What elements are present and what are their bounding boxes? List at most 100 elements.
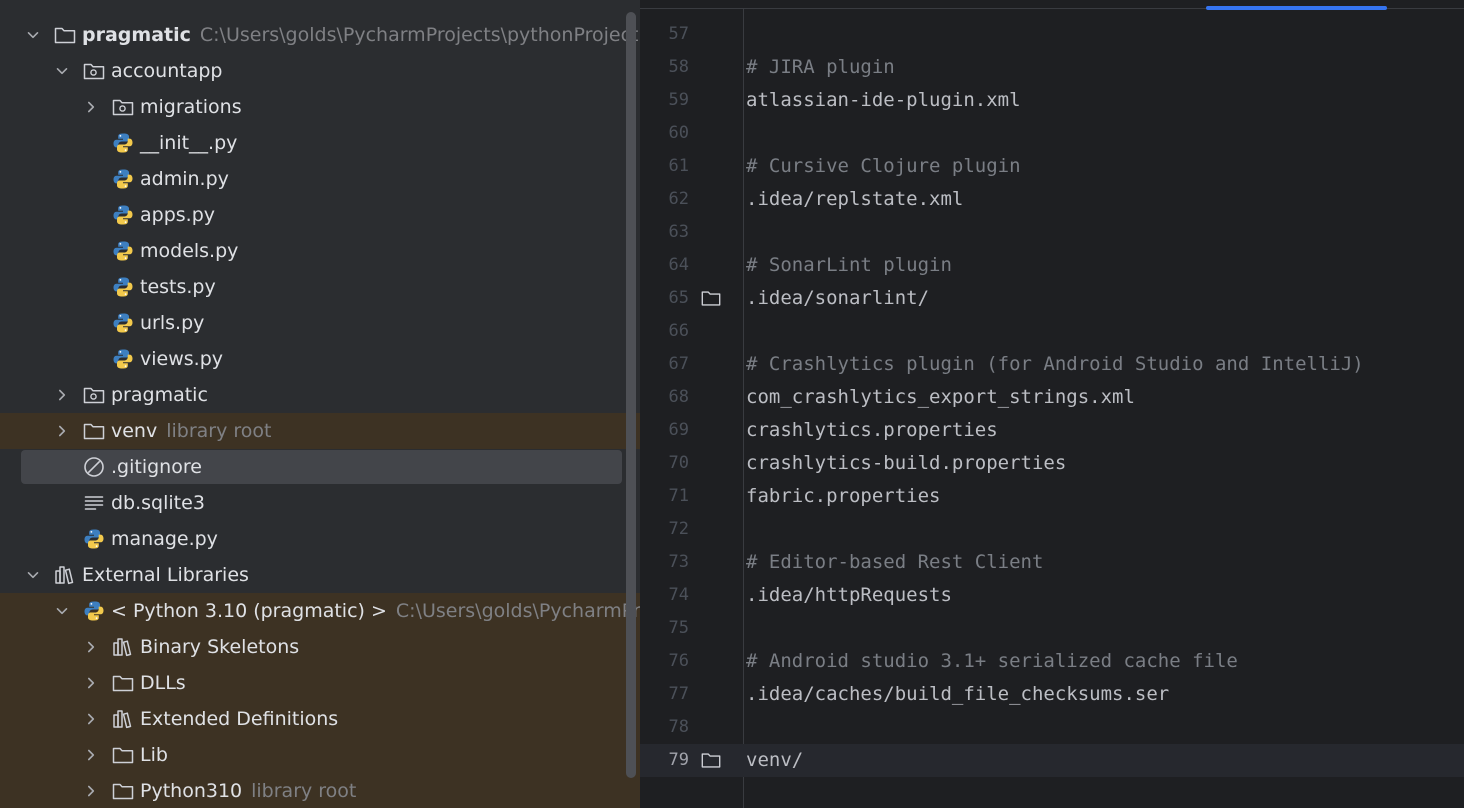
code-line[interactable]: 66 <box>640 315 1464 348</box>
code-line[interactable]: 57 <box>640 18 1464 51</box>
line-number: 60 <box>668 123 689 143</box>
line-number: 66 <box>668 321 689 341</box>
chevron-right-icon[interactable] <box>83 701 99 737</box>
tree-item-hint: library root <box>251 780 357 802</box>
line-number: 58 <box>668 57 689 77</box>
code-comment: # Android studio 3.1+ serialized cache f… <box>746 650 1238 672</box>
python-file-icon <box>111 311 135 335</box>
tree-item-hint: library root <box>166 420 272 442</box>
line-number: 77 <box>668 684 689 704</box>
line-number: 71 <box>668 486 689 506</box>
code-line[interactable]: 71 fabric.properties <box>640 480 1464 513</box>
tree-item-label: apps.py <box>140 204 216 226</box>
tree-row[interactable]: DLLs <box>0 665 640 701</box>
tree-row[interactable]: pragmatic <box>0 377 640 413</box>
code-line[interactable]: 79 venv/ <box>640 744 1464 777</box>
tree-row[interactable]: accountapp <box>0 53 640 89</box>
chevron-down-icon[interactable] <box>54 53 70 89</box>
code-comment: # JIRA plugin <box>746 56 895 78</box>
code-text: crashlytics-build.properties <box>746 452 1067 474</box>
library-icon <box>111 707 135 731</box>
folder-icon <box>82 419 106 443</box>
code-comment: # Crashlytics plugin (for Android Studio… <box>746 353 1364 375</box>
python-file-icon <box>82 527 106 551</box>
tree-item-label: __init__.py <box>140 132 238 154</box>
tree-row[interactable]: models.py <box>0 233 640 269</box>
code-line[interactable]: 76 # Android studio 3.1+ serialized cache… <box>640 645 1464 678</box>
project-tree-scrollbar[interactable] <box>626 12 636 778</box>
line-number: 64 <box>668 255 689 275</box>
tree-row[interactable]: tests.py <box>0 269 640 305</box>
folder-icon <box>111 671 135 695</box>
tree-row[interactable]: admin.py <box>0 161 640 197</box>
code-text: crashlytics.properties <box>746 419 998 441</box>
code-comment: # Editor-based Rest Client <box>746 551 1044 573</box>
tree-row[interactable]: External Libraries <box>0 557 640 593</box>
chevron-right-icon[interactable] <box>83 737 99 773</box>
line-number: 68 <box>668 387 689 407</box>
folder-icon <box>53 23 77 47</box>
code-line[interactable]: 60 <box>640 117 1464 150</box>
chevron-right-icon[interactable] <box>83 773 99 808</box>
code-line[interactable]: 62 .idea/replstate.xml <box>640 183 1464 216</box>
code-text: .idea/httpRequests <box>746 584 952 606</box>
code-line[interactable]: 69 crashlytics.properties <box>640 414 1464 447</box>
folder-icon <box>111 743 135 767</box>
tree-row[interactable]: Extended Definitions <box>0 701 640 737</box>
tree-row[interactable]: db.sqlite3 <box>0 485 640 521</box>
chevron-right-icon[interactable] <box>54 377 70 413</box>
line-number: 72 <box>668 519 689 539</box>
tree-row[interactable]: .gitignore <box>0 449 640 485</box>
code-line[interactable]: 64 # SonarLint plugin <box>640 249 1464 282</box>
code-editor[interactable]: 57 58 # JIRA plugin 59 atlassian-ide-plugin.… <box>640 0 1464 808</box>
tree-row[interactable]: __init__.py <box>0 125 640 161</box>
chevron-right-icon[interactable] <box>83 665 99 701</box>
package-icon <box>82 59 106 83</box>
code-line[interactable]: 70 crashlytics-build.properties <box>640 447 1464 480</box>
code-line[interactable]: 74 .idea/httpRequests <box>640 579 1464 612</box>
python-file-icon <box>111 275 135 299</box>
code-line[interactable]: 67 # Crashlytics plugin (for Android Stud… <box>640 348 1464 381</box>
tree-item-label: Lib <box>140 744 168 766</box>
tree-item-label: Extended Definitions <box>140 708 339 730</box>
code-line[interactable]: 75 <box>640 612 1464 645</box>
chevron-right-icon[interactable] <box>83 629 99 665</box>
tree-row[interactable]: apps.py <box>0 197 640 233</box>
tree-row[interactable]: urls.py <box>0 305 640 341</box>
python-file-icon <box>111 203 135 227</box>
code-text: .idea/replstate.xml <box>746 188 964 210</box>
tree-row[interactable]: < Python 3.10 (pragmatic) > C:\Users\gold… <box>0 593 640 629</box>
chevron-down-icon[interactable] <box>25 17 41 53</box>
tree-row[interactable]: views.py <box>0 341 640 377</box>
tree-row[interactable]: Binary Skeletons <box>0 629 640 665</box>
tree-row[interactable]: migrations <box>0 89 640 125</box>
code-text: com_crashlytics_export_strings.xml <box>746 386 1135 408</box>
code-line[interactable]: 58 # JIRA plugin <box>640 51 1464 84</box>
tree-item-label: .gitignore <box>111 456 202 478</box>
code-line[interactable]: 68 com_crashlytics_export_strings.xml <box>640 381 1464 414</box>
tree-row[interactable]: venv library root <box>0 413 640 449</box>
tree-item-label: pragmatic <box>82 24 191 46</box>
chevron-right-icon[interactable] <box>83 89 99 125</box>
chevron-down-icon[interactable] <box>54 593 70 629</box>
tree-row[interactable]: pragmatic C:\Users\golds\PycharmProjects\… <box>0 17 640 53</box>
package-icon <box>82 383 106 407</box>
line-number: 57 <box>668 24 689 44</box>
tree-row[interactable]: manage.py <box>0 521 640 557</box>
line-number: 78 <box>668 717 689 737</box>
library-icon <box>53 563 77 587</box>
code-line[interactable]: 61 # Cursive Clojure plugin <box>640 150 1464 183</box>
code-line[interactable]: 59 atlassian-ide-plugin.xml <box>640 84 1464 117</box>
code-comment: # Cursive Clojure plugin <box>746 155 1021 177</box>
tree-item-label: db.sqlite3 <box>111 492 205 514</box>
tree-row[interactable]: Python310 library root <box>0 773 640 808</box>
code-line[interactable]: 77 .idea/caches/build_file_checksums.ser <box>640 678 1464 711</box>
code-line[interactable]: 63 <box>640 216 1464 249</box>
chevron-right-icon[interactable] <box>54 413 70 449</box>
code-line[interactable]: 72 <box>640 513 1464 546</box>
code-line[interactable]: 78 <box>640 711 1464 744</box>
code-line[interactable]: 65 .idea/sonarlint/ <box>640 282 1464 315</box>
chevron-down-icon[interactable] <box>25 557 41 593</box>
tree-row[interactable]: Lib <box>0 737 640 773</box>
code-line[interactable]: 73 # Editor-based Rest Client <box>640 546 1464 579</box>
